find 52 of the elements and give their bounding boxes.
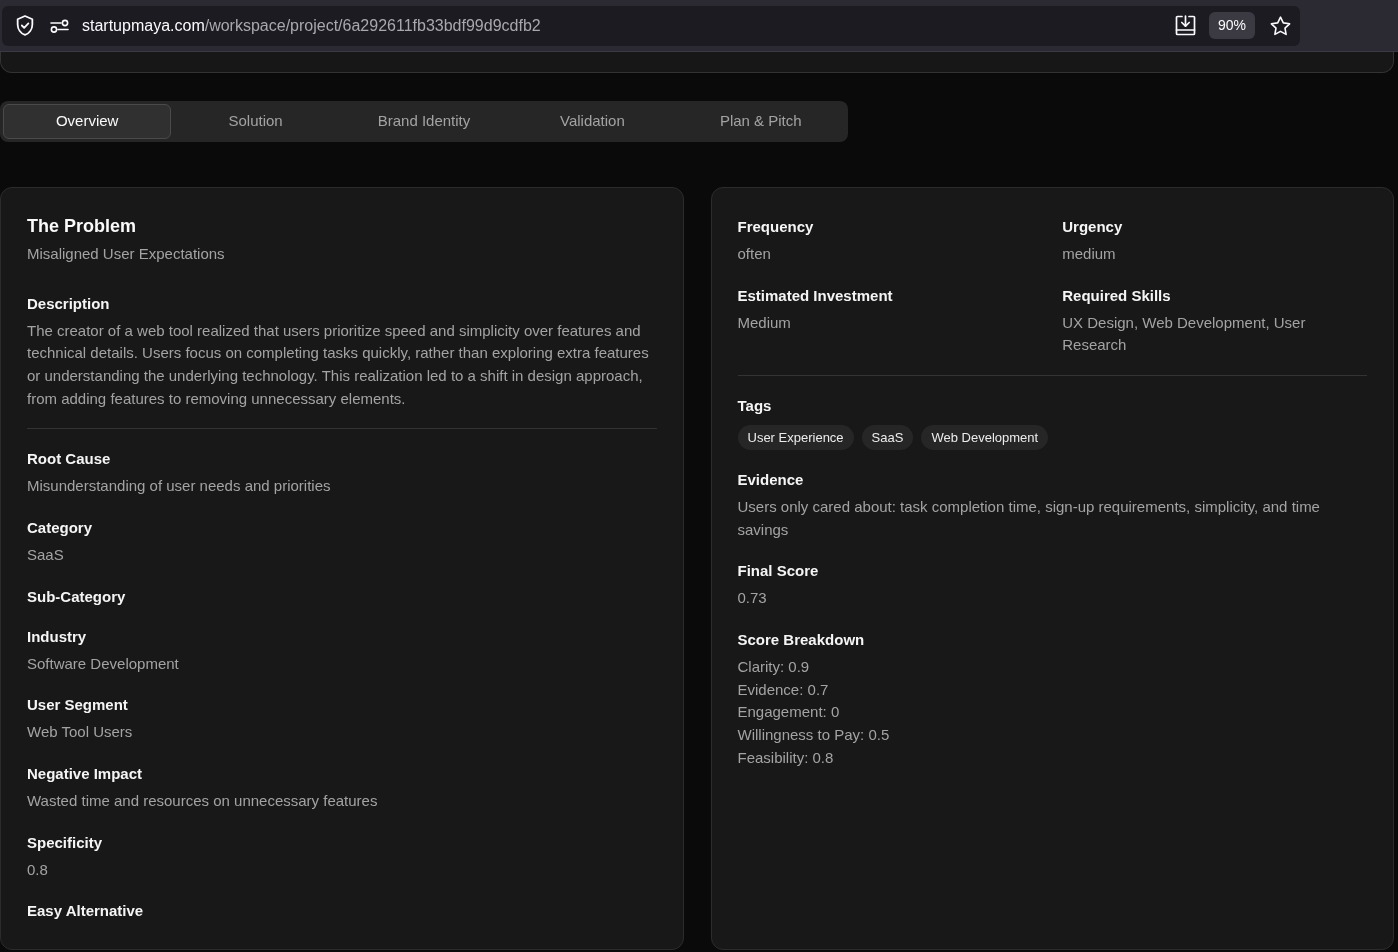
field-value: SaaS <box>27 545 65 566</box>
field-value: Software Development <box>27 653 180 674</box>
field-value: UX Design, Web Development, User Research <box>1062 312 1307 356</box>
field-label: Description <box>27 293 111 314</box>
tab[interactable]: Solution <box>171 104 340 139</box>
tag: User Experience <box>737 425 854 450</box>
score-item: Engagement: 0 <box>737 702 841 723</box>
field-label: Frequency <box>737 217 815 237</box>
field-label: Evidence <box>737 470 805 490</box>
field-label: Estimated Investment <box>737 285 894 306</box>
field-label: Urgency <box>1062 217 1124 237</box>
field-label: User Segment <box>27 695 129 716</box>
field-value: Medium <box>737 312 792 333</box>
tag: SaaS <box>861 425 914 450</box>
field-label: Root Cause <box>27 449 112 470</box>
field-label: Negative Impact <box>27 764 144 785</box>
field-label: Score Breakdown <box>737 630 866 651</box>
field-label: Tags <box>737 396 773 416</box>
star-icon[interactable] <box>1270 15 1291 36</box>
card-subtitle: Misaligned User Expectations <box>27 244 226 264</box>
field-value: often <box>737 244 772 264</box>
score-item: Evidence: 0.7 <box>737 679 830 700</box>
field-value: Users only cared about: task completion time, sign-up requirements, simplicity, and time savings <box>737 497 1321 540</box>
zoom-button[interactable]: 90% <box>1208 12 1255 39</box>
field-label: Final Score <box>737 561 820 582</box>
field-label: Sub-Category <box>27 586 127 607</box>
field-label: Easy Alternative <box>27 901 145 922</box>
field-value: 0.73 <box>737 588 768 609</box>
field-value: Misunderstanding of user needs and priorities <box>27 476 332 497</box>
tab[interactable]: Brand Identity <box>339 104 509 139</box>
score-item: Feasibility: 0.8 <box>737 747 835 768</box>
tab[interactable]: Plan & Pitch <box>676 104 845 139</box>
url-text: startupmaya.com/workspace/project/6a292611fb33bdf99d9cdfb2 <box>82 15 541 36</box>
score-item: Clarity: 0.9 <box>737 657 811 678</box>
score-item: Willingness to Pay: 0.5 <box>737 725 891 746</box>
card-title: The Problem <box>27 215 138 238</box>
field-value: 0.8 <box>27 859 49 880</box>
tab[interactable]: Validation <box>508 104 677 139</box>
field-label: Industry <box>27 626 88 647</box>
field-value: Wasted time and resources on unnecessary features <box>27 791 379 812</box>
tab[interactable]: Overview <box>3 104 172 139</box>
download-icon[interactable] <box>1174 15 1196 36</box>
field-value: Web Tool Users <box>27 722 134 743</box>
description-text: The creator of a web tool realized that users prioritize speed and simplicity over features and technical details. Users focus on completing tasks quickly, rather than exploring extra features or understanding the underlying technology. This realization led to a shift in design approach, from adding features to removing unnecessary elements. <box>27 320 650 409</box>
url-field[interactable]: startupmaya.com/workspace/project/6a292611fb33bdf99d9cdfb2 90% <box>2 5 1300 46</box>
shield-check-icon[interactable] <box>15 15 35 36</box>
sliders-icon[interactable] <box>50 18 69 33</box>
field-label: Specificity <box>27 832 104 853</box>
field-label: Required Skills <box>1062 285 1172 306</box>
field-value: medium <box>1062 244 1117 264</box>
field-label: Category <box>27 518 94 539</box>
tag: Web Development <box>921 425 1049 450</box>
